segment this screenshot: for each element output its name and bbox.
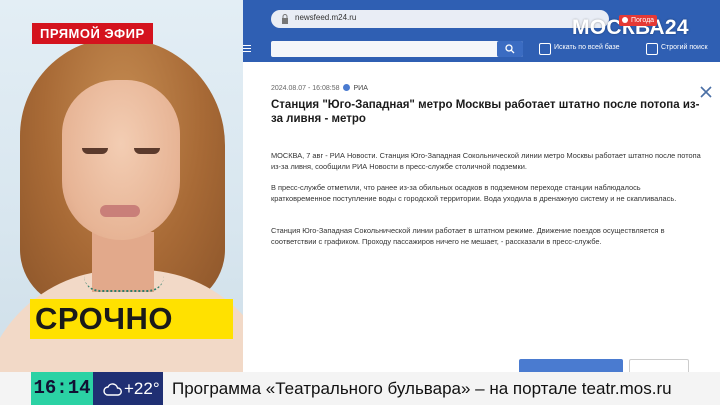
address-bar[interactable]: newsfeed.m24.ru	[271, 10, 609, 28]
temperature-value: +22°	[124, 379, 160, 398]
article-source: РИА	[353, 85, 368, 92]
strict-search-checkbox[interactable]	[646, 43, 658, 55]
article-paragraph: МОСКВА, 7 авг - РИА Новости. Станция Юго…	[271, 151, 701, 171]
article-timestamp: 2024.08.07 - 16:08:58	[271, 85, 340, 92]
article-panel: 2024.08.07 - 16:08:58 РИА Станция "Юго-За…	[243, 62, 720, 372]
search-icon	[505, 44, 515, 54]
search-input[interactable]	[271, 41, 523, 57]
presenter-necklace	[84, 276, 164, 292]
address-url: newsfeed.m24.ru	[295, 13, 357, 22]
article-meta: 2024.08.07 - 16:08:58 РИА	[271, 84, 368, 92]
article-paragraph: Станция Юго-Западная Сокольнической лини…	[271, 226, 665, 246]
presenter-lips	[100, 205, 140, 217]
breaking-news-label: СРОЧНО	[30, 299, 233, 339]
weather-label: Погода	[631, 17, 655, 24]
search-all-label: Искать по всей базе	[554, 44, 620, 51]
ticker-text: Программа «Театрального бульвара» – на п…	[172, 379, 672, 398]
secondary-action-button[interactable]	[629, 359, 689, 372]
presenter-eye-right	[134, 148, 160, 154]
live-label: ПРЯМОЙ ЭФИР	[32, 23, 153, 44]
article-headline: Станция "Юго-Западная" метро Москвы рабо…	[271, 99, 700, 125]
browser-window: newsfeed.m24.ru Искать по всей базе Стро…	[243, 0, 720, 372]
search-all-checkbox[interactable]	[539, 43, 551, 55]
ria-logo-icon	[342, 84, 350, 91]
strict-search-label: Строгий поиск	[661, 44, 708, 51]
close-icon[interactable]	[700, 86, 712, 98]
weather-badge: Погода	[619, 15, 658, 26]
clock: 16:14	[31, 372, 93, 405]
presenter-eye-left	[82, 148, 108, 154]
article-paragraph: В пресс-службе отметили, что ранее из-за…	[271, 183, 677, 203]
cloud-sun-icon	[103, 383, 122, 396]
lock-icon	[282, 14, 288, 24]
primary-action-button[interactable]	[519, 359, 623, 372]
weather-icon	[622, 17, 628, 23]
search-button[interactable]	[497, 41, 523, 57]
weather-temperature: +22°	[93, 372, 163, 405]
menu-icon[interactable]	[243, 44, 251, 52]
